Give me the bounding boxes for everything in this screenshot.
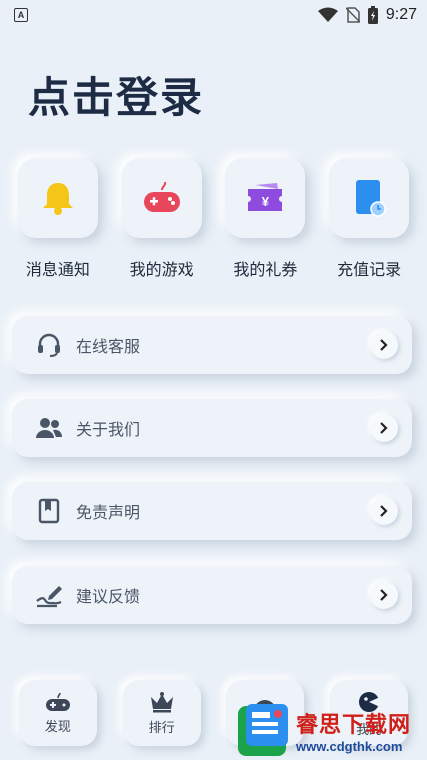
crown-icon	[150, 691, 173, 712]
quick-action-label: 消息通知	[25, 262, 90, 279]
quick-tile[interactable]	[121, 158, 202, 238]
watermark-logo-icon	[232, 700, 292, 760]
quick-action-label: 我的游戏	[129, 262, 194, 279]
quick-action-my-games[interactable]: 我的游戏	[112, 158, 212, 280]
menu-item-label: 免责声明	[76, 505, 141, 522]
battery-icon	[367, 6, 378, 24]
book-icon	[38, 498, 60, 524]
clock: 9:27	[385, 6, 417, 23]
menu-item-label: 在线客服	[76, 339, 141, 356]
nav-item-discover[interactable]: 发现	[18, 680, 97, 746]
menu-item-customer-service[interactable]: 在线客服	[12, 316, 412, 374]
menu-item-feedback[interactable]: 建议反馈	[12, 566, 412, 624]
quick-action-my-coupons[interactable]: ¥ 我的礼券	[215, 158, 315, 280]
chevron-right-icon[interactable]	[370, 331, 398, 359]
watermark-name: 睿思下载网	[296, 711, 412, 737]
status-bar: A 9:27	[0, 0, 427, 30]
notification-badge-icon: A	[14, 8, 28, 22]
feedback-pen-icon	[36, 586, 62, 608]
nav-label: 排行	[148, 719, 175, 735]
quick-action-label: 充值记录	[337, 262, 402, 279]
gamepad-icon	[45, 692, 70, 711]
chevron-right-icon[interactable]	[370, 581, 398, 609]
quick-action-notifications[interactable]: 消息通知	[8, 158, 108, 280]
nav-label: 发现	[44, 718, 71, 734]
recharge-record-icon	[356, 180, 386, 217]
nav-item-ranking[interactable]: 排行	[122, 680, 201, 746]
menu-item-disclaimer[interactable]: 免责声明	[12, 482, 412, 540]
watermark-url: www.cdgthk.com	[296, 738, 403, 754]
quick-tile[interactable]: ¥	[225, 158, 306, 238]
chevron-right-icon[interactable]	[370, 497, 398, 525]
gamepad-icon	[143, 181, 180, 212]
quick-action-label: 我的礼券	[233, 262, 298, 279]
quick-tile[interactable]	[17, 158, 98, 238]
menu-item-label: 关于我们	[76, 422, 141, 439]
no-sim-icon	[345, 7, 360, 23]
menu-item-label: 建议反馈	[76, 589, 141, 606]
quick-action-recharge-records[interactable]: 充值记录	[319, 158, 419, 280]
coupon-symbol: ¥	[261, 193, 269, 209]
users-icon	[36, 418, 63, 438]
wifi-icon	[317, 7, 338, 22]
headset-icon	[38, 333, 60, 357]
chevron-right-icon[interactable]	[370, 414, 398, 442]
quick-tile[interactable]	[329, 158, 410, 238]
bell-icon	[42, 183, 73, 215]
menu-item-about-us[interactable]: 关于我们	[12, 399, 412, 457]
watermark: 睿思下载网 www.cdgthk.com	[232, 700, 427, 760]
quick-actions: 消息通知 我的游戏 ¥ 我的礼券 充值记录	[0, 158, 427, 280]
status-icons: 9:27	[317, 6, 417, 24]
login-button[interactable]: 点击登录	[28, 64, 204, 125]
